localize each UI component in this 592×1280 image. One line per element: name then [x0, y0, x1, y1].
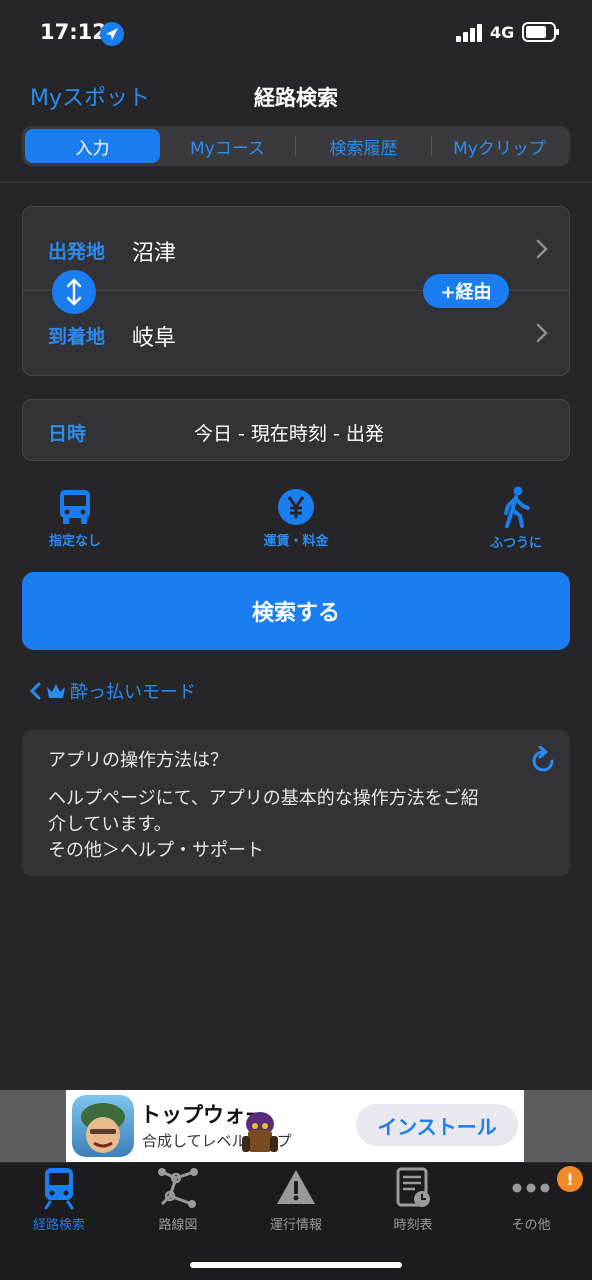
drunk-mode-toggle[interactable]: 酔っ払いモード: [28, 678, 196, 704]
help-body-line: 介しています。: [48, 814, 172, 835]
help-body: ヘルプページにて、アプリの基本的な操作方法をご紹 介しています。 その他＞ヘルプ…: [48, 786, 538, 864]
network-type: 4G: [490, 23, 515, 42]
warning-icon: [277, 1170, 315, 1204]
chevron-right-icon[interactable]: [535, 323, 549, 343]
datetime-label: 日時: [48, 423, 87, 445]
ad-app-icon[interactable]: [72, 1095, 134, 1157]
train-icon: [44, 1168, 74, 1210]
tabbar-label: その他: [511, 1218, 551, 1233]
walk-speed-option[interactable]: ふつうに: [456, 486, 576, 551]
help-body-line: その他＞ヘルプ・サポート: [48, 840, 264, 861]
swap-button[interactable]: [52, 270, 96, 314]
route-map-icon: [158, 1168, 198, 1208]
tabbar-label: 運行情報: [269, 1218, 322, 1233]
tabbar-item-service-info[interactable]: 運行情報: [246, 1166, 346, 1233]
home-indicator[interactable]: [190, 1262, 402, 1268]
tabbar-item-timetable[interactable]: 時刻表: [363, 1166, 463, 1233]
ad-character-icon: [242, 1112, 278, 1152]
tab-myclip[interactable]: Myクリップ: [432, 129, 567, 163]
more-icon: [512, 1183, 550, 1193]
search-button[interactable]: 検索する: [22, 572, 570, 650]
ad-install-button[interactable]: インストール: [356, 1104, 518, 1146]
add-via-button[interactable]: +経由: [423, 274, 509, 308]
signal-icon: [456, 24, 482, 42]
status-time: 17:12: [40, 20, 107, 44]
transport-option[interactable]: 指定なし: [15, 488, 135, 549]
location-arrow-icon: [100, 22, 124, 46]
soldier-icon: [81, 1103, 125, 1153]
to-label: 到着地: [48, 326, 106, 348]
tab-input[interactable]: 入力: [25, 129, 160, 163]
timetable-icon: [396, 1167, 430, 1207]
from-label: 出発地: [48, 241, 106, 263]
battery-icon: [522, 22, 559, 42]
tabbar-label: 経路検索: [32, 1218, 85, 1233]
crown-icon: [47, 684, 65, 698]
segmented-tabs: 入力 Myコース 検索履歴 Myクリップ: [22, 126, 570, 166]
chevron-left-icon: [29, 682, 41, 700]
tab-mycourse[interactable]: Myコース: [160, 129, 295, 163]
help-body-line: ヘルプページにて、アプリの基本的な操作方法をご紹: [48, 788, 479, 809]
yen-icon: [278, 489, 314, 525]
help-title: アプリの操作方法は？: [48, 750, 228, 771]
option-label: ふつうに: [489, 536, 542, 551]
from-field[interactable]: 沼津: [132, 235, 176, 267]
swap-arrows-icon: [66, 278, 82, 306]
tabbar-label: 時刻表: [393, 1218, 433, 1233]
option-label: 運賃・料金: [263, 534, 329, 549]
walk-icon: [504, 486, 530, 528]
drunk-mode-label: 酔っ払いモード: [70, 682, 196, 703]
header-divider: [0, 182, 592, 183]
tab-history[interactable]: 検索履歴: [296, 129, 431, 163]
fare-option[interactable]: 運賃・料金: [236, 488, 356, 549]
tabbar-label: 路線図: [158, 1218, 198, 1233]
to-field[interactable]: 岐阜: [132, 320, 176, 352]
bus-icon: [60, 490, 90, 524]
chevron-right-icon[interactable]: [535, 239, 549, 259]
datetime-value: 今日 - 現在時刻 - 出発: [194, 423, 384, 445]
option-label: 指定なし: [48, 534, 101, 549]
tabbar-item-route-map[interactable]: 路線図: [128, 1166, 228, 1233]
notification-badge: !: [557, 1166, 583, 1192]
page-title: 経路検索: [254, 86, 338, 110]
tabbar-item-route-search[interactable]: 経路検索: [9, 1166, 109, 1233]
refresh-icon[interactable]: [528, 746, 558, 776]
